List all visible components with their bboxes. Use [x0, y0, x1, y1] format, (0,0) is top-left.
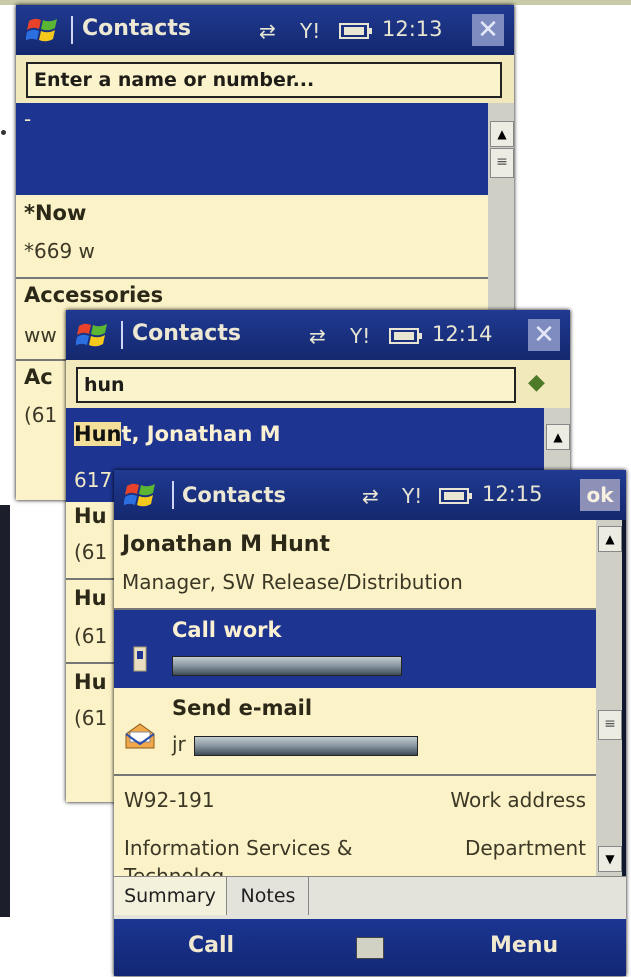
phone-icon [133, 646, 147, 672]
title-separator [172, 481, 174, 509]
contact-detail: (61 [24, 403, 58, 427]
scroll-up-icon[interactable]: ▲ [546, 424, 570, 450]
sync-icon[interactable]: ⇄ [259, 19, 276, 43]
search-row: hun ◆ [66, 360, 570, 408]
title-separator [121, 321, 123, 349]
contact-detail: *669 w [24, 239, 95, 263]
title-bar: Contacts ⇄ Y! 12:15 ok [114, 470, 626, 520]
bullet-dot [1, 130, 6, 135]
menu-bar: Call Menu [114, 919, 626, 976]
contact-name: *Now [24, 201, 87, 225]
title-separator [71, 16, 73, 44]
keyboard-icon[interactable] [356, 937, 384, 959]
contact-name: Hu [74, 586, 107, 610]
office-label: Work address [450, 788, 586, 812]
clock[interactable]: 12:14 [432, 322, 493, 346]
sync-icon[interactable]: ⇄ [309, 324, 326, 348]
list-item-selected[interactable]: Hunt, Jonathan M [66, 408, 544, 466]
department-row: Information Services & Department Techno… [114, 826, 596, 876]
contact-summary-screen: Contacts ⇄ Y! 12:15 ok Jonathan M Hunt M… [114, 470, 626, 976]
app-title: Contacts [82, 16, 191, 41]
department-overflow: Technolog [124, 864, 225, 876]
title-bar: Contacts ⇄ Y! 12:13 ✕ [16, 5, 514, 55]
contact-name: Accessories [24, 283, 164, 307]
list-item-label: - [24, 107, 32, 131]
tab-notes[interactable]: Notes [228, 877, 309, 915]
signal-icon[interactable]: Y! [300, 19, 320, 43]
clock[interactable]: 12:13 [382, 17, 443, 41]
app-title: Contacts [132, 321, 241, 346]
search-input[interactable]: hun [76, 367, 516, 403]
menu-softkey[interactable]: Menu [490, 933, 558, 958]
scroll-up-icon[interactable]: ▲ [598, 526, 622, 552]
department-value: Information Services & [124, 836, 353, 860]
contact-name: Hunt, Jonathan M [74, 422, 281, 446]
call-softkey[interactable]: Call [188, 933, 234, 958]
send-email-action[interactable]: Send e-mail jr [114, 688, 596, 774]
contact-details: Jonathan M Hunt Manager, SW Release/Dist… [114, 520, 596, 876]
close-icon[interactable]: ✕ [528, 319, 560, 351]
email-icon [125, 723, 155, 749]
background-device-edge [0, 505, 10, 917]
contact-detail: (61 [74, 706, 108, 730]
contact-name: Hu [74, 670, 107, 694]
call-work-action[interactable]: Call work [114, 610, 596, 688]
scroll-down-icon[interactable]: ▼ [598, 846, 622, 872]
contact-full-name: Jonathan M Hunt [122, 532, 330, 557]
search-match-highlight: Hun [74, 422, 122, 446]
scroll-thumb[interactable]: ≡ [598, 710, 622, 740]
close-icon[interactable]: ✕ [472, 14, 504, 46]
contact-name-rest: t, Jonathan M [121, 422, 281, 446]
windows-logo-icon[interactable] [76, 320, 110, 350]
search-input[interactable]: Enter a name or number... [26, 62, 502, 98]
title-bar: Contacts ⇄ Y! 12:14 ✕ [66, 310, 570, 360]
list-item[interactable]: *Now *669 w [16, 195, 488, 277]
redacted-phone-number [172, 656, 402, 676]
tab-summary[interactable]: Summary [114, 877, 227, 915]
scrollbar[interactable]: ▲ ≡ ▼ [596, 520, 622, 876]
office-row: W92-191 Work address [114, 776, 596, 826]
go-arrow-icon[interactable]: ◆ [528, 370, 545, 395]
contact-detail: 617 [74, 468, 113, 492]
tab-strip: Summary Notes [114, 876, 626, 919]
clock[interactable]: 12:15 [482, 482, 543, 506]
redacted-email-address [194, 736, 418, 756]
sync-icon[interactable]: ⇄ [362, 484, 379, 508]
signal-icon[interactable]: Y! [402, 484, 422, 508]
windows-logo-icon[interactable] [26, 15, 60, 45]
office-value: W92-191 [124, 788, 215, 812]
ok-button[interactable]: ok [580, 479, 620, 511]
contact-name: Hu [74, 504, 107, 528]
contact-job-title: Manager, SW Release/Distribution [122, 570, 463, 594]
battery-icon[interactable] [389, 327, 423, 345]
windows-logo-icon[interactable] [124, 480, 158, 510]
search-row: Enter a name or number... [16, 55, 514, 103]
app-title: Contacts [182, 483, 286, 507]
email-prefix: jr [172, 732, 186, 756]
battery-icon[interactable] [339, 22, 373, 40]
contact-name: Ac [24, 365, 53, 389]
contact-detail: (61 [74, 624, 108, 648]
contact-header: Jonathan M Hunt Manager, SW Release/Dist… [114, 520, 596, 608]
contact-detail: (61 [74, 540, 108, 564]
send-email-label: Send e-mail [172, 696, 313, 720]
call-work-label: Call work [172, 618, 282, 642]
department-label: Department [464, 836, 586, 860]
contact-detail: ww [24, 323, 57, 347]
scroll-up-icon[interactable]: ▲ [490, 121, 514, 147]
list-item-selected[interactable]: - [16, 103, 488, 195]
battery-icon[interactable] [439, 487, 473, 505]
scroll-thumb[interactable]: ≡ [490, 148, 514, 178]
signal-icon[interactable]: Y! [350, 324, 370, 348]
